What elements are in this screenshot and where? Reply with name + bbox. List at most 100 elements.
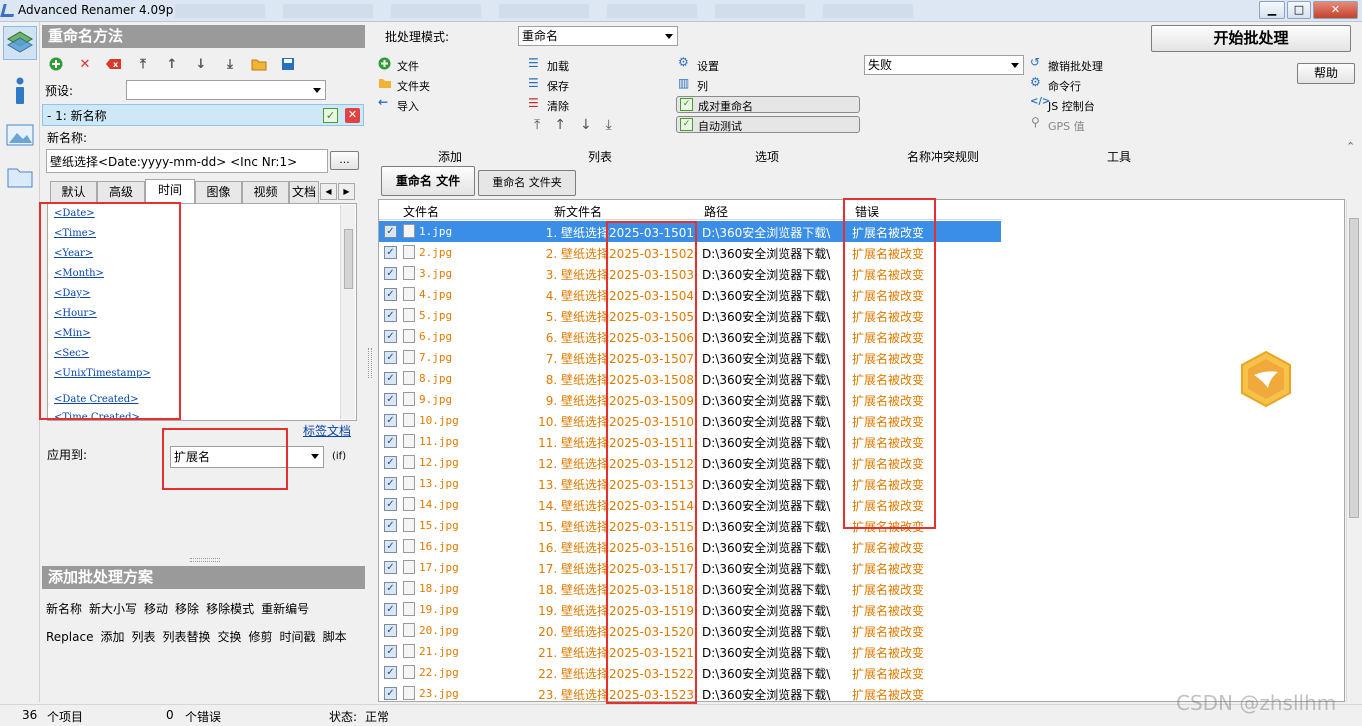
tag-list-scrollbar[interactable] [340,205,355,419]
scrollbar-thumb[interactable] [1349,218,1359,518]
col-path[interactable]: 路径 [704,203,728,220]
maximize-button[interactable]: □ [1287,1,1311,19]
table-row[interactable]: ✓ 7.jpg 7. 壁纸选择2025-03-1507 D:\360安全浏览器下载\ 扩… [379,347,1001,368]
table-row[interactable]: ✓ 8.jpg 8. 壁纸选择2025-03-1508 D:\360安全浏览器下载\ 扩… [379,368,1001,389]
method-list-replace[interactable]: 列表替换 [163,630,211,644]
tab-scroll-right-icon[interactable]: ▶ [338,183,355,200]
method-remove-pattern[interactable]: 移除模式 [206,602,254,616]
tag-sec[interactable]: <Sec> [54,348,89,359]
row-checkbox[interactable]: ✓ [384,246,397,259]
table-row[interactable]: ✓ 23.jpg 23. 壁纸选择2025-03-1523 D:\360安全浏览器下载… [379,683,1001,704]
table-row[interactable]: ✓ 10.jpg 10. 壁纸选择2025-03-1510 D:\360安全浏览器下载… [379,410,1001,431]
row-checkbox[interactable]: ✓ [384,456,397,469]
tab-video[interactable]: 视频 [242,181,289,203]
tag-docs-link[interactable]: 标签文档 [303,422,351,439]
table-row[interactable]: ✓ 11.jpg 11. 壁纸选择2025-03-1511 D:\360安全浏览器下载… [379,431,1001,452]
table-row[interactable]: ✓ 3.jpg 3. 壁纸选择2025-03-1503 D:\360安全浏览器下载\ 扩… [379,263,1001,284]
batch-mode-select[interactable]: 重命名 [518,26,678,46]
table-row[interactable]: ✓ 17.jpg 17. 壁纸选择2025-03-1517 D:\360安全浏览器下载… [379,557,1001,578]
table-row[interactable]: ✓ 15.jpg 15. 壁纸选择2025-03-1515 D:\360安全浏览器下载… [379,515,1001,536]
new-name-input[interactable]: 壁纸选择<Date:yyyy-mm-dd> <Inc Nr:1> [46,149,328,173]
file-list-scrollbar[interactable] [1346,200,1360,702]
tab-rename-folders[interactable]: 重命名 文件夹 [478,170,576,196]
tab-scroll-left-icon[interactable]: ◀ [320,183,337,200]
table-row[interactable]: ✓ 19.jpg 19. 壁纸选择2025-03-1519 D:\360安全浏览器下载… [379,599,1001,620]
tag-hour[interactable]: <Hour> [54,308,97,319]
table-row[interactable]: ✓ 4.jpg 4. 壁纸选择2025-03-1504 D:\360安全浏览器下载\ 扩… [379,284,1001,305]
row-checkbox[interactable]: ✓ [384,351,397,364]
vertical-splitter-grip[interactable] [368,348,372,378]
open-folder-icon[interactable] [251,56,267,72]
table-row[interactable]: ✓ 16.jpg 16. 壁纸选择2025-03-1516 D:\360安全浏览器下载… [379,536,1001,557]
move-top-icon[interactable]: ⤒ [135,56,151,72]
table-row[interactable]: ✓ 2.jpg 2. 壁纸选择2025-03-1502 D:\360安全浏览器下载\ 扩… [379,242,1001,263]
method-delete-button[interactable]: ✕ [345,108,360,123]
table-row[interactable]: ✓ 9.jpg 9. 壁纸选择2025-03-1509 D:\360安全浏览器下载\ 扩… [379,389,1001,410]
method-renumber[interactable]: 重新编号 [261,602,309,616]
row-checkbox[interactable]: ✓ [384,645,397,658]
row-checkbox[interactable]: ✓ [384,372,397,385]
remove-method-icon[interactable]: ✕ [77,56,93,72]
row-checkbox[interactable]: ✓ [384,498,397,511]
table-row[interactable]: ✓ 21.jpg 21. 壁纸选择2025-03-1521 D:\360安全浏览器下载… [379,641,1001,662]
preset-select[interactable] [126,80,326,100]
tag-date[interactable]: <Date> [54,208,95,219]
table-row[interactable]: ✓ 5.jpg 5. 壁纸选择2025-03-1505 D:\360安全浏览器下载\ 扩… [379,305,1001,326]
auto-test-checkbox[interactable]: ✓ [680,118,693,131]
tab-rename-files[interactable]: 重命名 文件 [381,166,475,196]
table-row[interactable]: ✓ 6.jpg 6. 壁纸选择2025-03-1506 D:\360安全浏览器下载\ 扩… [379,326,1001,347]
add-method-icon[interactable] [48,56,64,72]
nav-methods-button[interactable] [3,26,37,60]
tag-min[interactable]: <Min> [54,328,91,339]
move-up-icon[interactable]: ↑ [164,56,180,72]
nav-info-button[interactable] [3,74,37,108]
row-checkbox[interactable]: ✓ [384,225,397,238]
help-button[interactable]: 帮助 [1297,63,1355,84]
nav-folder-button[interactable] [3,160,37,194]
method-add[interactable]: 添加 [100,630,124,644]
tab-document[interactable]: 文档 [289,181,319,203]
move-bottom-icon[interactable]: ⤓ [606,117,612,135]
start-batch-button[interactable]: 开始批处理 [1151,25,1351,52]
row-checkbox[interactable]: ✓ [384,288,397,301]
table-row[interactable]: ✓ 20.jpg 20. 壁纸选择2025-03-1520 D:\360安全浏览器下载… [379,620,1001,641]
col-filename[interactable]: 文件名 [403,203,439,220]
move-bottom-icon[interactable]: ⤓ [222,56,238,72]
tag-date-created[interactable]: <Date Created> [54,394,139,405]
table-row[interactable]: ✓ 22.jpg 22. 壁纸选择2025-03-1522 D:\360安全浏览器下载… [379,662,1001,683]
method-list[interactable]: 列表 [131,630,155,644]
tab-time[interactable]: 时间 [145,179,195,204]
tag-time-created[interactable]: <Time Created> [54,412,140,420]
method-new-name[interactable]: 新名称 [46,602,82,616]
tag-unix-timestamp[interactable]: <UnixTimestamp> [54,368,151,379]
close-button[interactable]: ✕ [1313,1,1358,19]
row-checkbox[interactable]: ✓ [384,687,397,700]
auto-test-toggle[interactable]: ✓ 自动测试 [676,116,860,133]
move-up-icon[interactable]: ↑ [554,117,566,135]
tag-time[interactable]: <Time> [54,228,96,239]
row-checkbox[interactable]: ✓ [384,582,397,595]
tag-month[interactable]: <Month> [54,268,104,279]
row-checkbox[interactable]: ✓ [384,624,397,637]
minimize-button[interactable]: ▁ [1259,1,1285,19]
method-script[interactable]: 脚本 [323,630,347,644]
row-checkbox[interactable]: ✓ [384,393,397,406]
method-enabled-checkbox[interactable]: ✓ [323,108,338,123]
save-disk-icon[interactable] [280,56,296,72]
row-checkbox[interactable]: ✓ [384,309,397,322]
conflict-rule-select[interactable]: 失败 [864,55,1024,75]
move-down-icon[interactable]: ↓ [580,117,592,135]
splitter-grip[interactable] [190,558,220,562]
move-down-icon[interactable]: ↓ [193,56,209,72]
tab-image[interactable]: 图像 [195,181,242,203]
tab-default[interactable]: 默认 [50,181,97,203]
tab-advanced[interactable]: 高级 [97,181,145,203]
nav-image-button[interactable] [3,118,37,152]
method-swap[interactable]: 交换 [218,630,242,644]
table-row[interactable]: ✓ 18.jpg 18. 壁纸选择2025-03-1518 D:\360安全浏览器下载… [379,578,1001,599]
col-error[interactable]: 错误 [855,203,879,220]
table-row[interactable]: ✓ 13.jpg 13. 壁纸选择2025-03-1513 D:\360安全浏览器下载… [379,473,1001,494]
pair-rename-checkbox[interactable]: ✓ [680,98,693,111]
method-item[interactable]: - 1: 新名称 ✓ ✕ [42,104,364,126]
tag-day[interactable]: <Day> [54,288,90,299]
